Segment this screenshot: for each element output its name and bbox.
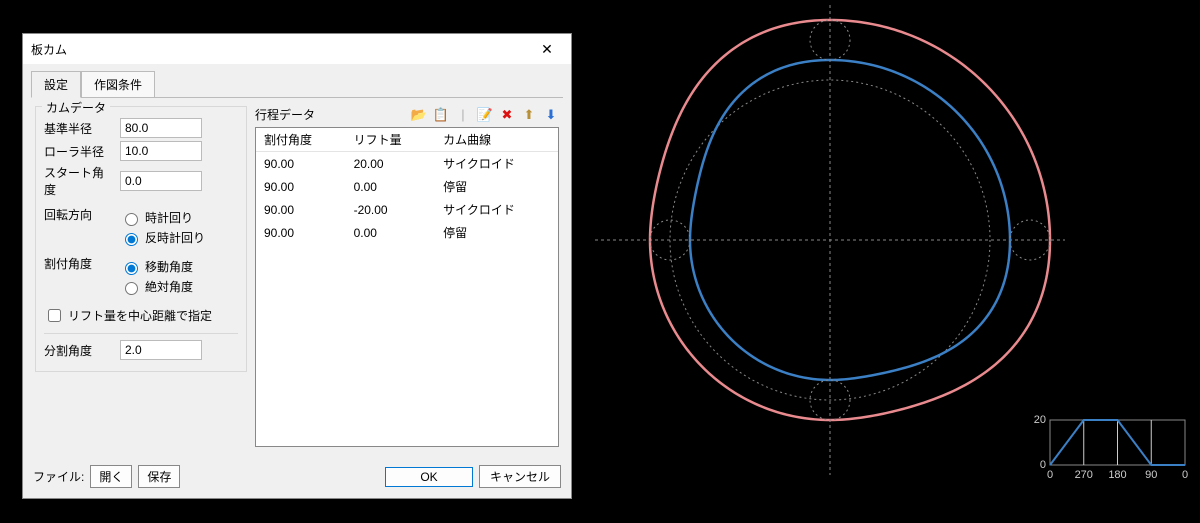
paste-icon[interactable]: 📋 (433, 107, 449, 123)
window-title: 板カム (31, 41, 529, 58)
table-cell: 停留 (435, 175, 558, 198)
table-row[interactable]: 90.000.00停留 (256, 175, 558, 198)
stroke-data-panel: 行程データ 📂 📋 | 📝 ✖ ⬆ ⬇ 割付角度 リフト量 (255, 106, 559, 447)
start-angle-input[interactable] (120, 171, 202, 191)
open-file-button[interactable]: 開く (90, 465, 132, 488)
close-icon: ✕ (541, 41, 553, 58)
dialog-footer: ファイル: 開く 保存 OK キャンセル (23, 459, 571, 498)
divider-icon: | (455, 107, 471, 123)
open-folder-icon[interactable]: 📂 (411, 107, 427, 123)
rotation-cw-label: 時計回り (145, 209, 193, 226)
rotation-ccw-radio[interactable] (125, 233, 138, 246)
tab-content: カムデータ 基準半径 ローラ半径 スタート角度 回転方向 (31, 97, 563, 451)
svg-text:0: 0 (1040, 459, 1046, 471)
division-angle-input[interactable] (120, 340, 202, 360)
ok-button[interactable]: OK (385, 467, 473, 487)
table-cell: 90.00 (256, 221, 346, 244)
table-cell: 90.00 (256, 198, 346, 221)
lift-by-center-label: リフト量を中心距離で指定 (68, 307, 212, 324)
table-cell: 90.00 (256, 175, 346, 198)
division-angle-label: 分割角度 (44, 342, 114, 359)
svg-text:20: 20 (1034, 414, 1046, 426)
alloc-abs-label: 絶対角度 (145, 278, 193, 295)
table-cell: サイクロイド (435, 152, 558, 176)
col-alloc-angle[interactable]: 割付角度 (256, 128, 346, 152)
move-down-icon[interactable]: ⬇ (543, 107, 559, 123)
tab-bar: 設定 作図条件 (23, 64, 571, 97)
table-cell: -20.00 (346, 198, 436, 221)
plate-cam-dialog: 板カム ✕ 設定 作図条件 カムデータ 基準半径 ローラ半径 スタート角度 (22, 33, 572, 499)
table-cell: 90.00 (256, 152, 346, 176)
roller-radius-label: ローラ半径 (44, 143, 114, 160)
table-cell: 0.00 (346, 175, 436, 198)
svg-text:90: 90 (1145, 469, 1157, 481)
alloc-angle-label: 割付角度 (44, 255, 114, 272)
tab-settings[interactable]: 設定 (31, 71, 81, 98)
svg-text:270: 270 (1075, 469, 1093, 481)
stroke-data-table: 割付角度 リフト量 カム曲線 90.0020.00サイクロイド90.000.00… (256, 128, 558, 244)
edit-icon[interactable]: 📝 (477, 107, 493, 123)
table-cell: 0.00 (346, 221, 436, 244)
separator (44, 333, 238, 334)
cancel-button[interactable]: キャンセル (479, 465, 561, 488)
table-cell: サイクロイド (435, 198, 558, 221)
svg-text:0: 0 (1182, 469, 1188, 481)
col-curve[interactable]: カム曲線 (435, 128, 558, 152)
stroke-data-list[interactable]: 割付角度 リフト量 カム曲線 90.0020.00サイクロイド90.000.00… (255, 127, 559, 447)
cam-plot-svg: 0 20 0 270 180 90 0 (580, 0, 1200, 520)
save-file-button[interactable]: 保存 (138, 465, 180, 488)
titlebar: 板カム ✕ (23, 34, 571, 64)
roller-radius-input[interactable] (120, 141, 202, 161)
table-row[interactable]: 90.00-20.00サイクロイド (256, 198, 558, 221)
rotation-direction-label: 回転方向 (44, 206, 114, 223)
col-lift[interactable]: リフト量 (346, 128, 436, 152)
file-label: ファイル: (33, 468, 84, 485)
lift-by-center-checkbox[interactable] (48, 309, 61, 322)
move-up-icon[interactable]: ⬆ (521, 107, 537, 123)
table-cell: 20.00 (346, 152, 436, 176)
table-row[interactable]: 90.0020.00サイクロイド (256, 152, 558, 176)
close-button[interactable]: ✕ (529, 38, 565, 60)
alloc-move-label: 移動角度 (145, 258, 193, 275)
rotation-ccw-label: 反時計回り (145, 229, 205, 246)
table-cell: 停留 (435, 221, 558, 244)
alloc-abs-radio[interactable] (125, 282, 138, 295)
tab-draw-conditions[interactable]: 作図条件 (81, 71, 155, 98)
svg-text:0: 0 (1047, 469, 1053, 481)
start-angle-label: スタート角度 (44, 164, 114, 198)
base-radius-input[interactable] (120, 118, 202, 138)
stroke-toolbar: 📂 📋 | 📝 ✖ ⬆ ⬇ (411, 107, 559, 123)
rotation-cw-radio[interactable] (125, 213, 138, 226)
delete-icon[interactable]: ✖ (499, 107, 515, 123)
stroke-data-legend: 行程データ (255, 106, 407, 123)
graphics-panel: 0 20 0 270 180 90 0 (580, 0, 1200, 520)
base-radius-label: 基準半径 (44, 120, 114, 137)
svg-text:180: 180 (1108, 469, 1126, 481)
cam-data-panel: カムデータ 基準半径 ローラ半径 スタート角度 回転方向 (35, 106, 247, 447)
cam-data-fieldset: カムデータ 基準半径 ローラ半径 スタート角度 回転方向 (35, 106, 247, 372)
alloc-move-radio[interactable] (125, 262, 138, 275)
cam-data-legend: カムデータ (42, 99, 110, 116)
table-row[interactable]: 90.000.00停留 (256, 221, 558, 244)
